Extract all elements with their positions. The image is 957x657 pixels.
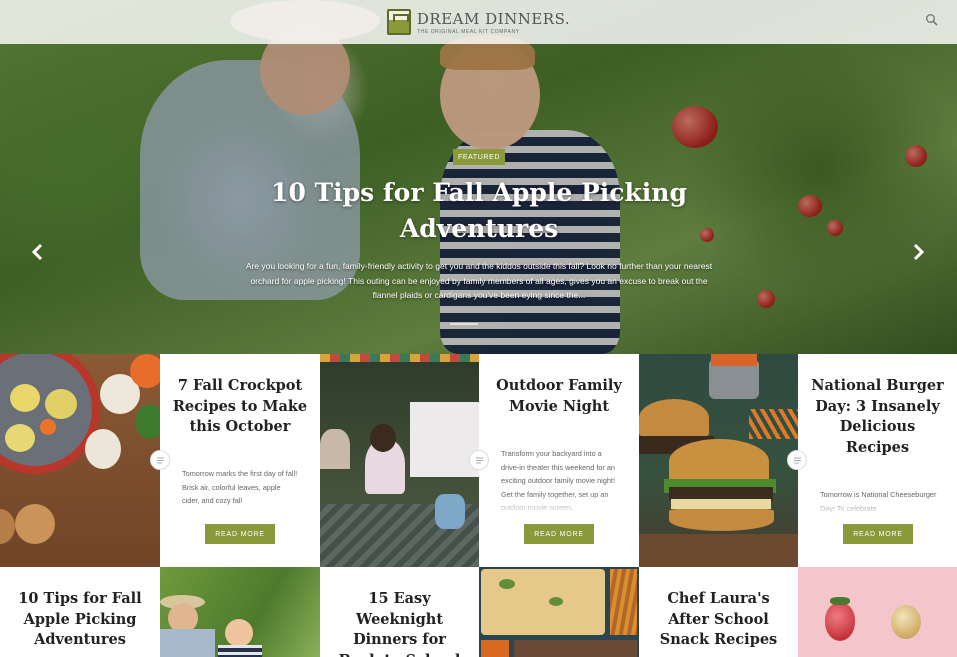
post-image-apple-picking[interactable] bbox=[160, 567, 320, 657]
post-image-weeknight-dinners[interactable] bbox=[479, 567, 639, 657]
read-more-button[interactable]: READ MORE bbox=[843, 524, 913, 544]
document-icon bbox=[469, 450, 489, 470]
search-icon[interactable] bbox=[925, 13, 939, 27]
post-card-movie-night: Outdoor Family Movie Night Transform you… bbox=[479, 354, 639, 567]
post-image-crockpot[interactable] bbox=[0, 354, 160, 567]
post-card-after-school-snacks: Chef Laura's After School Snack Recipes bbox=[639, 567, 798, 657]
post-title[interactable]: 7 Fall Crockpot Recipes to Make this Oct… bbox=[172, 376, 308, 438]
excerpt-fade bbox=[798, 496, 957, 518]
post-card-apple-picking: 10 Tips for Fall Apple Picking Adventure… bbox=[0, 567, 160, 657]
post-image-movie-night[interactable] bbox=[320, 354, 479, 567]
post-title[interactable]: National Burger Day: 3 Insanely Deliciou… bbox=[810, 376, 945, 458]
hero-description: Are you looking for a fun, family-friend… bbox=[245, 261, 713, 300]
chevron-right-icon[interactable] bbox=[912, 243, 926, 261]
brand-logo[interactable]: DREAM DINNERS. THE ORIGINAL MEAL KIT COM… bbox=[386, 9, 571, 35]
post-title[interactable]: Chef Laura's After School Snack Recipes bbox=[651, 589, 786, 651]
post-image-after-school-snacks[interactable] bbox=[798, 567, 957, 657]
post-card-burger: National Burger Day: 3 Insanely Deliciou… bbox=[798, 354, 957, 567]
post-title[interactable]: 10 Tips for Fall Apple Picking Adventure… bbox=[12, 589, 148, 651]
post-title[interactable]: 15 Easy Weeknight Dinners for Back to Sc… bbox=[332, 589, 467, 657]
read-more-button[interactable]: READ MORE bbox=[524, 524, 594, 544]
logo-icon bbox=[386, 9, 411, 35]
document-icon bbox=[150, 450, 170, 470]
post-title[interactable]: Outdoor Family Movie Night bbox=[491, 376, 627, 417]
slider-indicator[interactable] bbox=[450, 323, 478, 325]
excerpt-fade bbox=[479, 494, 639, 516]
brand-name: DREAM DINNERS. bbox=[416, 9, 571, 28]
document-icon bbox=[787, 450, 807, 470]
chevron-left-icon[interactable] bbox=[30, 243, 44, 261]
site-header: DREAM DINNERS. THE ORIGINAL MEAL KIT COM… bbox=[0, 0, 957, 44]
post-card-weeknight-dinners: 15 Easy Weeknight Dinners for Back to Sc… bbox=[320, 567, 479, 657]
brand-tagline: THE ORIGINAL MEAL KIT COMPANY bbox=[416, 28, 520, 35]
featured-badge: FEATURED bbox=[453, 149, 505, 165]
hero-slider: FEATURED 10 Tips for Fall Apple Picking … bbox=[0, 0, 957, 354]
hero-title[interactable]: 10 Tips for Fall Apple Picking Adventure… bbox=[250, 175, 708, 247]
post-image-burger[interactable] bbox=[639, 354, 798, 567]
read-more-button[interactable]: READ MORE bbox=[205, 524, 275, 544]
post-excerpt: Tomorrow marks the first day of fall! Br… bbox=[182, 469, 298, 505]
post-card-crockpot: 7 Fall Crockpot Recipes to Make this Oct… bbox=[160, 354, 320, 567]
